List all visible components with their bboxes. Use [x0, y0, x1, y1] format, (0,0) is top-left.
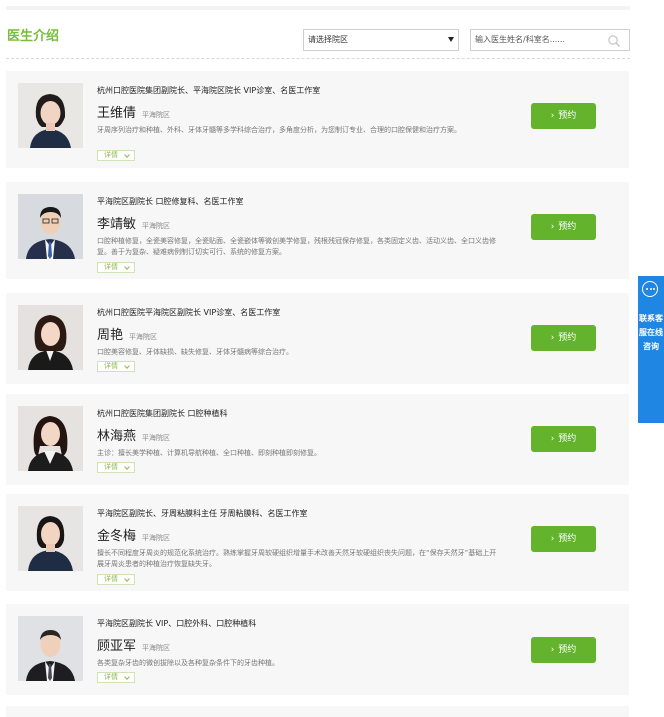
doctor-photo — [18, 616, 83, 681]
doctor-photo — [18, 305, 83, 370]
book-button[interactable]: › 预约 — [531, 103, 596, 129]
arrow-right-icon: › — [550, 534, 555, 544]
arrow-right-icon: › — [550, 434, 555, 444]
doctor-description: 口腔种植修复，全瓷美容修复，全瓷贴面、全瓷嵌体等微创美学修复，残根残冠保存修复，… — [97, 237, 496, 256]
doctor-name-line: 李靖敏 平海院区 — [97, 213, 170, 232]
doctor-branch: 平海院区 — [129, 333, 158, 341]
branch-select-value: 请选择院区 — [308, 35, 348, 44]
next-card-edge — [6, 706, 629, 717]
chevron-down-icon — [124, 464, 130, 470]
chat-bubble-icon — [642, 281, 658, 297]
chevron-down-icon — [448, 37, 454, 42]
doctor-name: 顾亚军 — [97, 639, 137, 654]
doctor-branch: 平海院区 — [142, 534, 171, 542]
doctor-photo — [18, 83, 83, 148]
doctor-branch: 平海院区 — [142, 111, 171, 119]
details-label: 详情 — [104, 575, 118, 583]
doctor-name: 林海燕 — [97, 429, 137, 444]
doctor-search-input[interactable]: 输入医生姓名/科室名...... — [470, 29, 630, 51]
details-label: 详情 — [104, 673, 118, 681]
details-label: 详情 — [104, 362, 118, 370]
doctor-role: 杭州口腔医院集团副院长 口腔种植科 — [97, 409, 228, 418]
branch-select[interactable]: 请选择院区 — [303, 29, 459, 51]
details-button[interactable]: 详情 — [97, 462, 135, 473]
customer-service-label: 联系客服在线咨询 — [639, 314, 663, 351]
doctor-photo — [18, 406, 83, 471]
doctor-role: 平海院区副院长、牙周粘膜科主任 牙周粘膜科、名医工作室 — [97, 509, 308, 518]
doctor-name-line: 王维倩 平海院区 — [97, 102, 170, 121]
details-button[interactable]: 详情 — [97, 150, 135, 161]
doctor-description: 擅长不同程度牙周炎的规范化系统治疗。熟练掌握牙周软硬组织增量手术改善天然牙软硬组… — [97, 549, 497, 568]
search-icon[interactable] — [607, 34, 621, 48]
doctor-name-line: 金冬梅 平海院区 — [97, 525, 170, 544]
details-button[interactable]: 详情 — [97, 262, 135, 273]
doctor-branch: 平海院区 — [142, 644, 171, 652]
doctor-name: 王维倩 — [97, 106, 137, 121]
book-button[interactable]: › 预约 — [531, 214, 596, 240]
doctor-role: 杭州口腔医院平海院区副院长 VIP诊室、名医工作室 — [97, 308, 281, 317]
book-label: 预约 — [558, 434, 577, 444]
doctor-role: 杭州口腔医院集团副院长、平海院区院长 VIP诊室、名医工作室 — [97, 86, 321, 95]
doctor-branch: 平海院区 — [142, 222, 171, 230]
arrow-right-icon: › — [550, 222, 555, 232]
chevron-down-icon — [124, 576, 130, 582]
chevron-down-icon — [124, 363, 130, 369]
details-button[interactable]: 详情 — [97, 574, 135, 585]
book-label: 预约 — [558, 111, 577, 121]
doctor-card: 杭州口腔医院集团副院长、平海院区院长 VIP诊室、名医工作室 王维倩 平海院区 牙… — [6, 71, 629, 168]
details-button[interactable]: 详情 — [97, 361, 135, 372]
doctor-description: 各类复杂牙齿的微创拔除以及各种复杂条件下的牙齿种植。 — [97, 659, 279, 667]
book-label: 预约 — [558, 333, 577, 343]
arrow-right-icon: › — [550, 111, 555, 121]
doctor-name: 李靖敏 — [97, 217, 137, 232]
doctor-photo — [18, 506, 83, 571]
doctor-name-line: 顾亚军 平海院区 — [97, 635, 170, 654]
doctor-name-line: 周艳 平海院区 — [97, 324, 157, 343]
header-divider — [6, 58, 630, 59]
doctor-description: 牙周序列治疗和种植、外科、牙体牙髓等多学科综合治疗，多角度分析，为您制订专业、合… — [97, 126, 461, 134]
top-divider-bar — [6, 6, 630, 10]
book-button[interactable]: › 预约 — [531, 526, 596, 552]
search-placeholder: 输入医生姓名/科室名...... — [475, 35, 565, 44]
doctor-description: 口腔美容修复、牙体缺损、缺失修复、牙体牙髓病等综合治疗。 — [97, 348, 293, 356]
doctor-card: 平海院区副院长 VIP、口腔外科、口腔种植科 顾亚军 平海院区 各类复杂牙齿的微创… — [6, 604, 629, 695]
book-label: 预约 — [558, 534, 577, 544]
customer-service-tab[interactable]: 联系客服在线咨询 — [638, 276, 664, 423]
arrow-right-icon: › — [550, 645, 555, 655]
doctor-description: 主诊：擅长美学种植、计算机导航种植、全口种植、即刻种植即刻修复。 — [97, 449, 321, 457]
doctor-card: 杭州口腔医院集团副院长 口腔种植科 林海燕 平海院区 主诊：擅长美学种植、计算机导… — [6, 394, 629, 485]
doctor-name-line: 林海燕 平海院区 — [97, 425, 170, 444]
doctor-card: 平海院区副院长、牙周粘膜科主任 牙周粘膜科、名医工作室 金冬梅 平海院区 擅长不同… — [6, 494, 629, 591]
details-label: 详情 — [104, 263, 118, 271]
details-button[interactable]: 详情 — [97, 672, 135, 683]
book-label: 预约 — [558, 222, 577, 232]
doctor-name: 周艳 — [97, 328, 124, 343]
doctor-role: 平海院区副院长 口腔修复科、名医工作室 — [97, 197, 244, 206]
book-button[interactable]: › 预约 — [531, 637, 596, 663]
arrow-right-icon: › — [550, 333, 555, 343]
doctor-name: 金冬梅 — [97, 529, 137, 544]
chevron-down-icon — [124, 264, 130, 270]
details-label: 详情 — [104, 463, 118, 471]
page-title: 医生介绍 — [7, 29, 60, 44]
chevron-down-icon — [124, 152, 130, 158]
details-label: 详情 — [104, 151, 118, 159]
chevron-down-icon — [124, 674, 130, 680]
book-button[interactable]: › 预约 — [531, 426, 596, 452]
doctor-branch: 平海院区 — [142, 434, 171, 442]
doctor-card: 杭州口腔医院平海院区副院长 VIP诊室、名医工作室 周艳 平海院区 口腔美容修复、… — [6, 293, 629, 384]
doctor-photo — [18, 194, 83, 259]
book-button[interactable]: › 预约 — [531, 325, 596, 351]
doctor-role: 平海院区副院长 VIP、口腔外科、口腔种植科 — [97, 619, 257, 628]
doctor-card: 平海院区副院长 口腔修复科、名医工作室 李靖敏 平海院区 口腔种植修复，全瓷美容修… — [6, 182, 629, 279]
book-label: 预约 — [558, 645, 577, 655]
